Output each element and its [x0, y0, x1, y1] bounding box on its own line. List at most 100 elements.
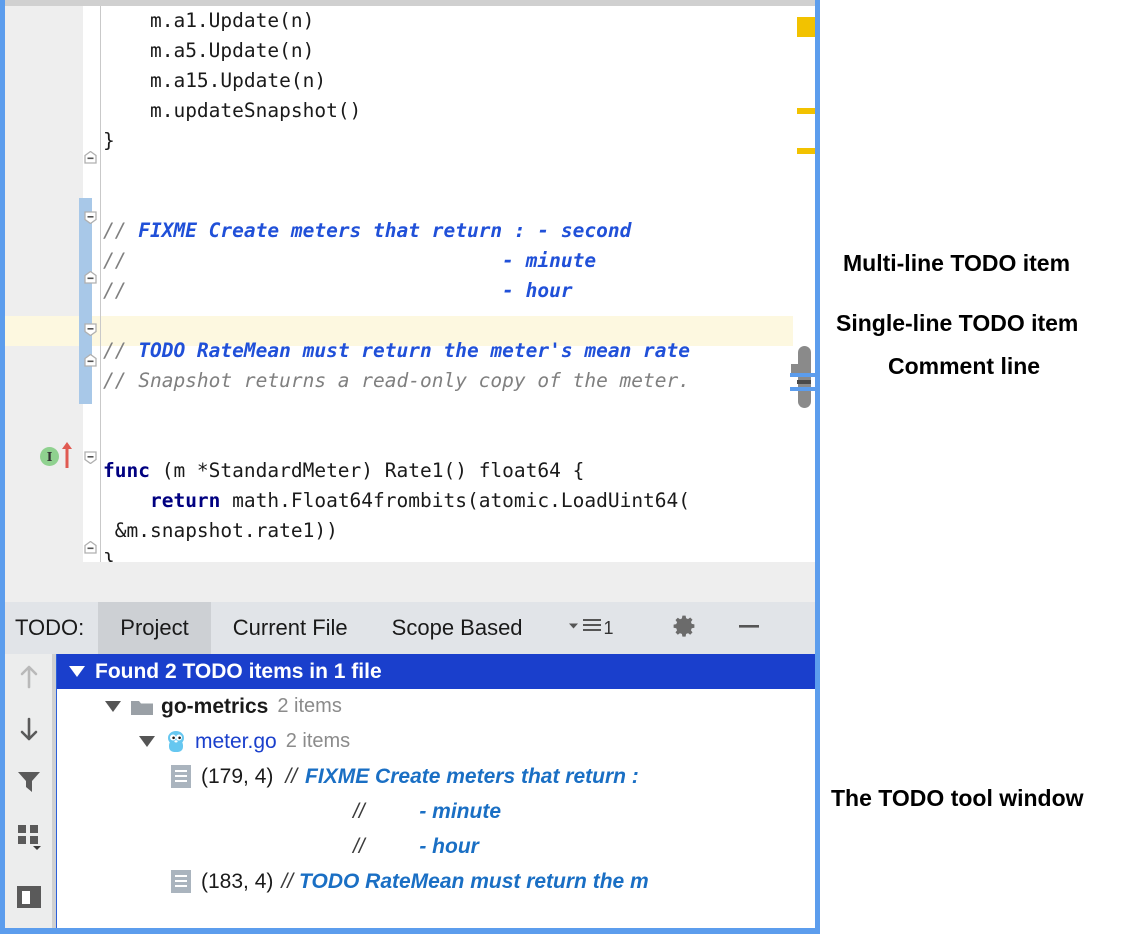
- code-line: // Snapshot returns a read-only copy of …: [103, 366, 793, 396]
- todo-results-tree[interactable]: Found 2 TODO items in 1 file go-metrics …: [56, 654, 815, 928]
- arrow-up-icon[interactable]: [14, 662, 44, 692]
- todo-tool-window: TODO: Project Current File Scope Based 1…: [5, 602, 815, 928]
- todo-item-text: - minute: [372, 799, 502, 823]
- gear-icon[interactable]: [672, 613, 698, 644]
- todo-item-position: (179, 4): [201, 764, 274, 788]
- code-token: //: [103, 339, 139, 362]
- code-token: m.updateSnapshot(): [149, 99, 362, 122]
- code-line: m.a5.Update(n): [103, 36, 793, 66]
- code-token: //: [103, 249, 139, 272]
- tree-row-todo-item-cont: // - minute: [57, 794, 815, 829]
- fold-marker-end-3[interactable]: [84, 354, 97, 367]
- fold-marker-func-start[interactable]: [84, 451, 97, 464]
- preview-pane-icon[interactable]: [14, 882, 44, 912]
- code-line: return math.Float64frombits(atomic.LoadU…: [103, 486, 793, 516]
- chevron-expanded-icon[interactable]: [139, 736, 155, 747]
- code-token: //: [103, 279, 139, 302]
- code-line: func (m *StandardMeter) Rate1() float64 …: [103, 456, 793, 486]
- changed-lines-marker[interactable]: [79, 198, 92, 404]
- arrow-down-icon[interactable]: [14, 714, 44, 744]
- code-line: // - minute: [103, 246, 793, 276]
- code-token: - hour: [138, 279, 573, 302]
- go-file-icon: [165, 730, 185, 753]
- ide-window-content: I m.a1.Update(n) m.a5.Update(n) m.a15.Up…: [5, 0, 815, 928]
- svg-text:I: I: [47, 450, 53, 464]
- tree-row-todo-item[interactable]: (179, 4) // FIXME Create meters that ret…: [57, 759, 815, 794]
- code-token: FIXME Create meters that return : - seco…: [138, 219, 632, 242]
- code-token: (m *StandardMeter) Rate1() float64 {: [149, 459, 585, 482]
- fold-marker-start-2[interactable]: [84, 323, 97, 336]
- fold-marker-func-end[interactable]: [84, 541, 97, 554]
- group-by-button[interactable]: 1: [567, 617, 614, 640]
- todo-window-label: TODO:: [15, 615, 85, 640]
- file-name-label: meter.go: [195, 729, 277, 753]
- code-token: m.a5.Update(n): [149, 39, 315, 62]
- chevron-down-icon: [567, 619, 580, 637]
- group-modules-icon[interactable]: [14, 820, 44, 850]
- annotation-multiline-todo: Multi-line TODO item: [843, 250, 1071, 276]
- code-token: TODO RateMean must return the meter's me…: [138, 339, 691, 362]
- tab-current-file[interactable]: Current File: [211, 602, 370, 654]
- implementation-arrow-icon[interactable]: [61, 442, 73, 468]
- ide-window: I m.a1.Update(n) m.a5.Update(n) m.a15.Up…: [0, 0, 820, 934]
- tree-row-project[interactable]: go-metrics 2 items: [57, 689, 815, 724]
- tab-scope-based[interactable]: Scope Based: [370, 602, 545, 654]
- todo-item-text: TODO RateMean must return the m: [299, 869, 649, 893]
- code-token: m.a15.Update(n): [149, 69, 327, 92]
- folder-icon: [131, 698, 153, 715]
- todo-comment-slashes: //: [285, 764, 298, 788]
- error-stripe-marker-2[interactable]: [797, 148, 815, 154]
- editor-gutter[interactable]: [5, 6, 83, 562]
- code-token: // Snapshot returns a read-only copy of …: [103, 369, 690, 392]
- code-token: m.a1.Update(n): [149, 9, 315, 32]
- annotation-singleline-todo: Single-line TODO item: [836, 310, 1079, 336]
- implemented-interface-icon[interactable]: I: [39, 446, 60, 467]
- error-stripe-marker-1[interactable]: [797, 108, 815, 114]
- tree-row-file[interactable]: meter.go 2 items: [57, 724, 815, 759]
- minimize-icon[interactable]: [736, 613, 762, 644]
- code-token: &m.snapshot.rate1)): [114, 519, 338, 542]
- code-token: }: [103, 129, 115, 152]
- todo-summary-label: Found 2 TODO items in 1 file: [95, 659, 382, 683]
- file-item-count: 2 items: [285, 730, 351, 752]
- todo-sidebar-toolbar: [5, 654, 52, 928]
- todo-comment-slashes: //: [353, 799, 365, 823]
- code-editor[interactable]: I m.a1.Update(n) m.a5.Update(n) m.a15.Up…: [5, 6, 815, 568]
- editor-vertical-scrollbar-thumb[interactable]: [798, 346, 811, 408]
- code-line: m.updateSnapshot(): [103, 96, 793, 126]
- fold-marker-end-2[interactable]: [84, 271, 97, 284]
- annotation-todo-tool-window: The TODO tool window: [831, 785, 1084, 811]
- editor-code-text[interactable]: m.a1.Update(n) m.a5.Update(n) m.a15.Upda…: [103, 6, 793, 562]
- scrollbar-handle-line-2: [797, 380, 811, 384]
- project-name-label: go-metrics: [161, 694, 269, 718]
- code-line: }: [103, 126, 793, 156]
- filter-icon[interactable]: [14, 766, 44, 796]
- tree-row-todo-item[interactable]: (183, 4) // TODO RateMean must return th…: [57, 864, 815, 899]
- chevron-expanded-icon[interactable]: [105, 701, 121, 712]
- tree-row-root[interactable]: Found 2 TODO items in 1 file: [57, 654, 815, 689]
- code-line: // FIXME Create meters that return : - s…: [103, 216, 793, 246]
- fold-marker-start[interactable]: [84, 211, 97, 224]
- editor-bottom-band: [5, 562, 815, 602]
- tree-row-todo-item-cont: // - hour: [57, 829, 815, 864]
- fold-marker-end[interactable]: [84, 151, 97, 164]
- tab-project[interactable]: Project: [98, 602, 211, 654]
- group-by-count: 1: [603, 617, 614, 638]
- scrollbar-handle-line-3: [790, 387, 815, 391]
- code-token: func: [103, 459, 150, 482]
- code-line: m.a15.Update(n): [103, 66, 793, 96]
- todo-comment-slashes: //: [353, 834, 365, 858]
- todo-item-text: FIXME Create meters that return :: [305, 764, 639, 788]
- error-stripe-marker-top[interactable]: [797, 17, 815, 37]
- chevron-expanded-icon[interactable]: [69, 666, 85, 677]
- editor-marker-strip[interactable]: [793, 12, 815, 568]
- code-token: //: [103, 219, 139, 242]
- code-line: // - hour: [103, 276, 793, 306]
- todo-tool-window-body: Found 2 TODO items in 1 file go-metrics …: [5, 654, 815, 928]
- todo-comment-slashes: //: [281, 869, 294, 893]
- code-token: - minute: [138, 249, 597, 272]
